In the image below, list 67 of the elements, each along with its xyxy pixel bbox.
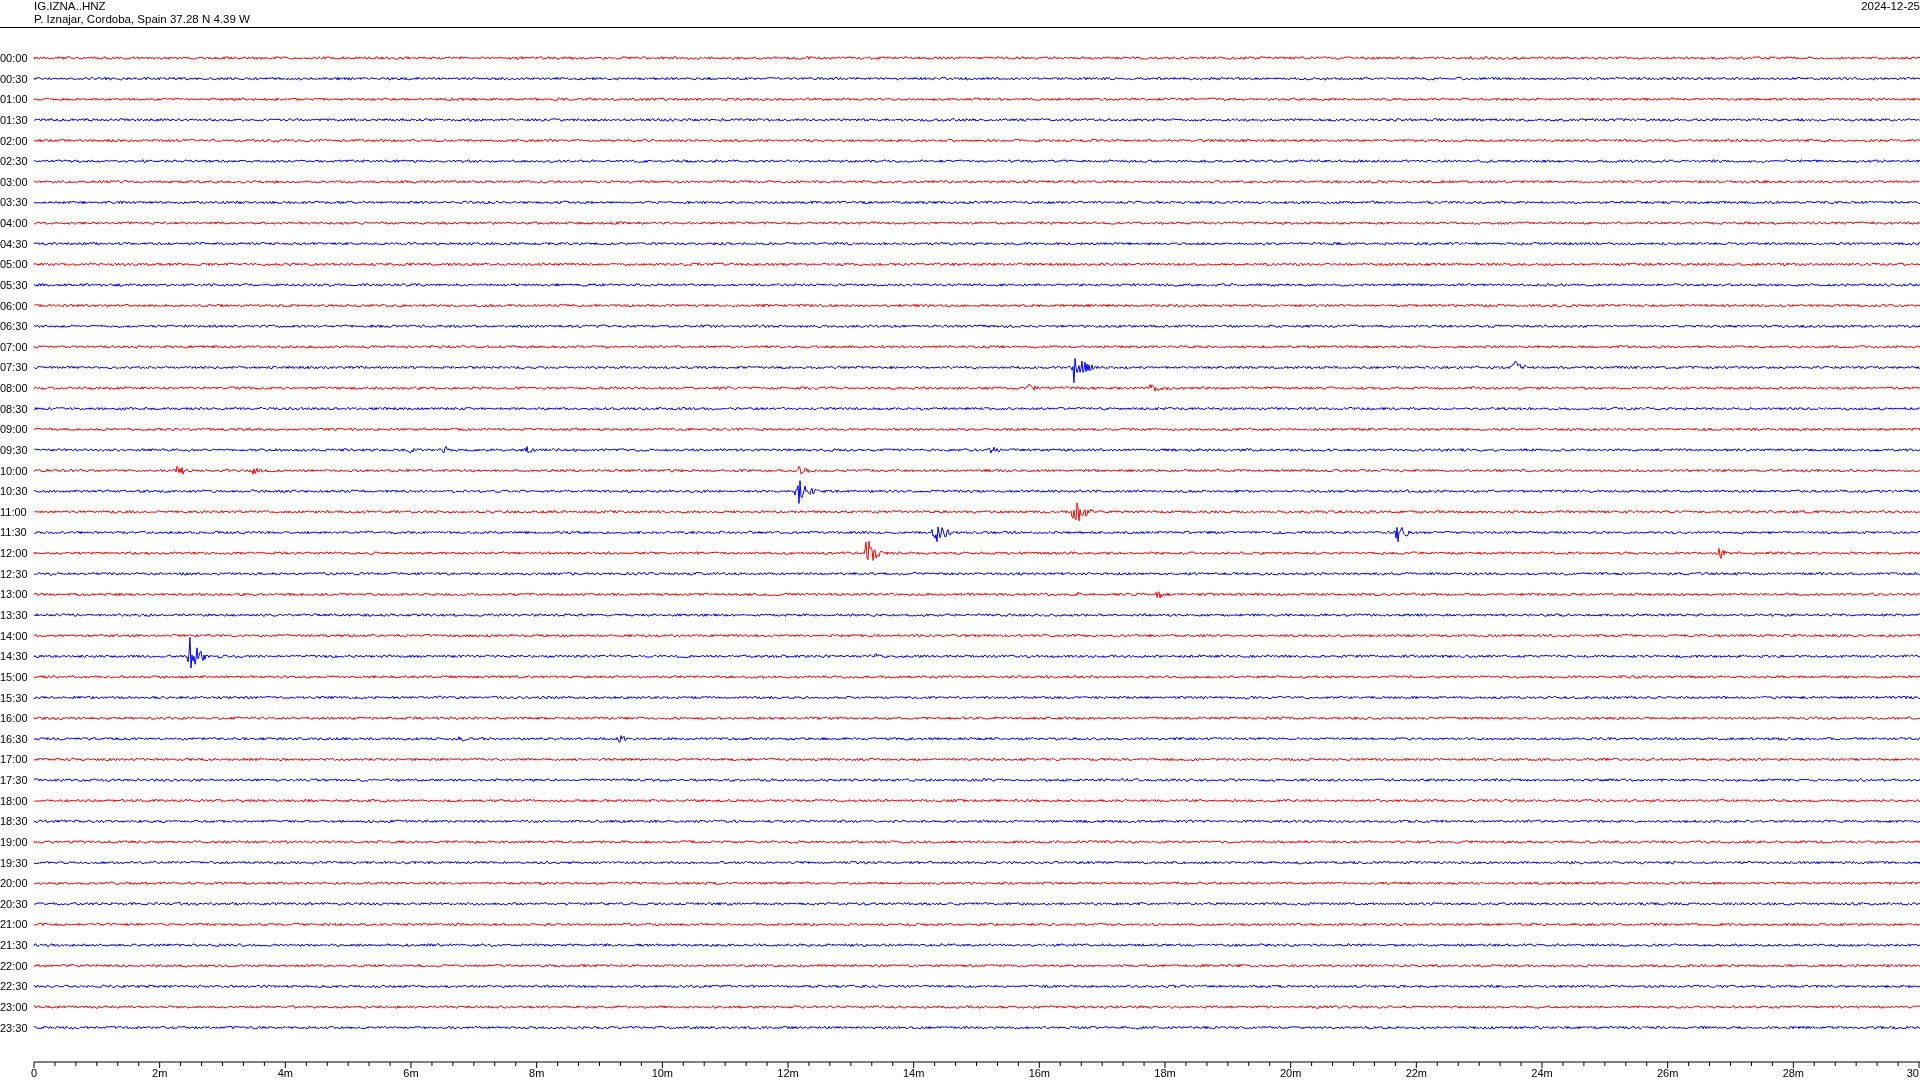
axis-label: 22m (1405, 1067, 1428, 1079)
row-time-label: 14:00 (0, 629, 28, 642)
row-time-label: 01:00 (0, 93, 28, 106)
row-time-label: 10:00 (0, 464, 28, 477)
row-time-label: 06:00 (0, 299, 28, 312)
row-time-label: 10:30 (0, 485, 28, 498)
row-time-label: 19:30 (0, 856, 28, 869)
row-time-label: 14:30 (0, 650, 28, 663)
row-time-label: 03:30 (0, 196, 28, 209)
row-time-label: 01:30 (0, 113, 28, 126)
axis-label: 0 (30, 1067, 38, 1079)
row-time-label: 19:00 (0, 835, 28, 848)
row-time-label: 07:30 (0, 361, 28, 374)
row-time-label: 11:30 (0, 526, 27, 539)
row-time-label: 08:30 (0, 402, 28, 415)
row-time-label: 04:30 (0, 237, 28, 250)
axis-label: 2m (152, 1067, 168, 1079)
row-time-label: 15:30 (0, 691, 28, 704)
axis-label: 26m (1656, 1067, 1679, 1079)
row-time-label: 03:00 (0, 175, 28, 188)
row-time-label: 08:00 (0, 382, 28, 395)
axis-label: 28m (1782, 1067, 1805, 1079)
row-time-label: 02:30 (0, 155, 28, 168)
date-label: 2024-12-25 (1861, 0, 1920, 13)
row-time-label: 09:30 (0, 443, 28, 456)
axis-label: 14m (902, 1067, 925, 1079)
row-time-label: 00:30 (0, 72, 28, 85)
axis-label: 18m (1154, 1067, 1176, 1079)
row-time-label: 20:30 (0, 897, 28, 910)
row-time-label: 05:30 (0, 278, 28, 291)
axis-label: 4m (277, 1067, 293, 1079)
axis-label: 30 (1906, 1067, 1919, 1079)
axis-label: 10m (651, 1067, 674, 1079)
row-time-label: 23:00 (0, 1001, 28, 1013)
axis-label: 6m (403, 1067, 419, 1079)
row-time-label: 18:00 (0, 794, 28, 807)
row-time-label: 13:30 (0, 609, 28, 621)
row-time-label: 06:30 (0, 320, 28, 333)
row-time-label: 05:00 (0, 258, 28, 271)
row-time-label: 20:00 (0, 877, 28, 890)
row-time-label: 12:00 (0, 547, 28, 560)
row-time-label: 22:30 (0, 980, 28, 993)
axis-label: 8m (529, 1067, 545, 1079)
row-time-label: 16:00 (0, 712, 28, 725)
row-time-label: 13:00 (0, 588, 28, 601)
axis-label: 24m (1531, 1067, 1553, 1079)
row-time-label: 15:00 (0, 670, 28, 683)
row-time-label: 22:00 (0, 959, 28, 972)
row-time-label: 02:00 (0, 134, 28, 147)
row-time-label: 23:30 (0, 1021, 28, 1034)
row-time-label: 09:00 (0, 423, 28, 436)
axis-label: 20m (1279, 1067, 1302, 1079)
row-time-label: 16:30 (0, 732, 28, 745)
row-time-label: 12:30 (0, 567, 28, 580)
row-time-label: 00:00 (0, 52, 28, 64)
row-time-label: 07:00 (0, 340, 28, 353)
station-location: P. Iznajar, Cordoba, Spain 37.28 N 4.39 W (34, 13, 250, 26)
row-time-label: 18:30 (0, 815, 28, 828)
station-code: IG.IZNA..HNZ (34, 0, 106, 13)
row-time-label: 04:00 (0, 217, 28, 230)
row-time-label: 17:00 (0, 753, 28, 766)
axis-label: 16m (1028, 1067, 1051, 1079)
axis-label: 12m (777, 1067, 799, 1079)
row-time-label: 21:00 (0, 918, 28, 931)
row-time-label: 11:00 (0, 505, 27, 518)
row-time-label: 21:30 (0, 939, 28, 952)
row-time-label: 17:30 (0, 774, 28, 787)
